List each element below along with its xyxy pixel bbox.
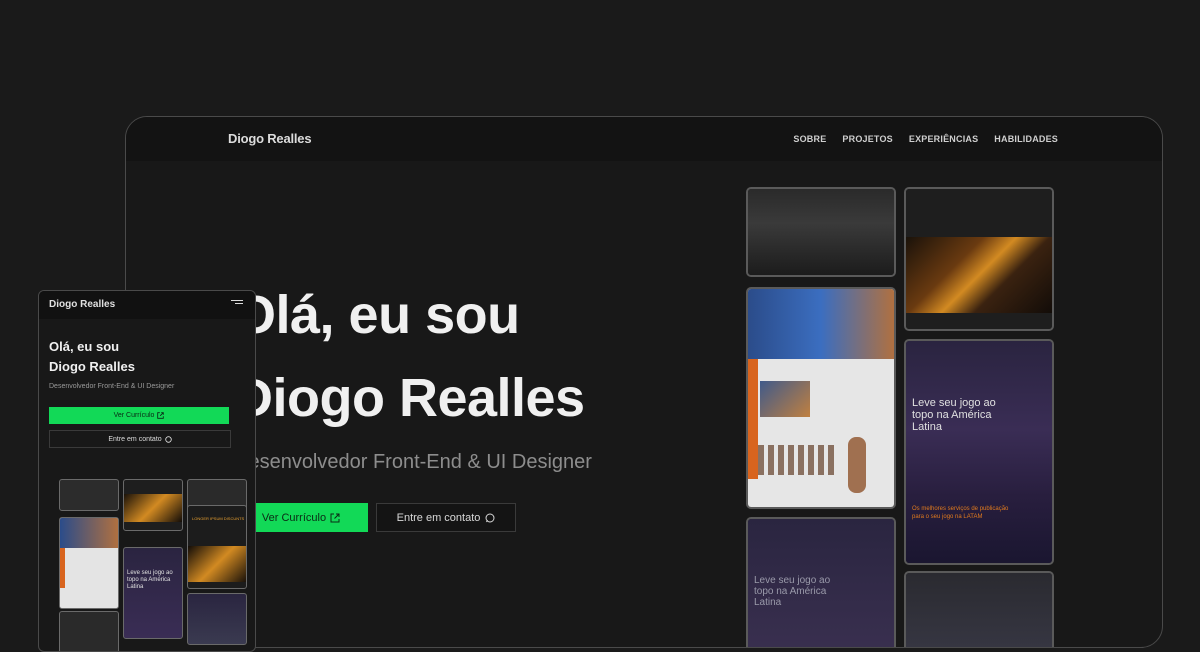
mobile-site-logo[interactable]: Diogo Realles bbox=[49, 299, 115, 310]
mobile-project-preview-1[interactable] bbox=[59, 479, 119, 511]
project-preview-game-store[interactable] bbox=[746, 287, 896, 509]
mobile-publisher-tagline: Leve seu jogo ao topo na América Latina bbox=[127, 570, 173, 590]
project-preview-golden-art[interactable] bbox=[904, 187, 1054, 331]
mobile-heading-line1: Olá, eu sou bbox=[49, 339, 120, 354]
contact-button[interactable]: Entre em contato bbox=[376, 503, 516, 532]
contact-label: Entre em contato bbox=[396, 511, 481, 524]
mobile-contact-label: Entre em contato bbox=[108, 435, 162, 443]
mobile-card-title: LONGER IPSUM DISCUNTS bbox=[192, 516, 245, 521]
mobile-heading-line2: Diogo Realles bbox=[49, 359, 135, 374]
mobile-subtitle: Desenvolvedor Front-End & UI Designer bbox=[49, 383, 175, 390]
view-resume-label: Ver Currículo bbox=[261, 511, 327, 524]
mobile-view-resume-label: Ver Currículo bbox=[113, 412, 155, 419]
hero-subtitle: Desenvolvedor Front-End & UI Designer bbox=[234, 451, 592, 473]
nav-link-habilidades[interactable]: HABILIDADES bbox=[994, 134, 1058, 144]
hero-heading-line2: Diogo Realles bbox=[234, 368, 585, 428]
publisher-tagline-faded: Leve seu jogo ao topo na América Latina bbox=[754, 575, 831, 608]
mobile-project-preview-2[interactable] bbox=[123, 479, 183, 531]
hamburger-menu-icon[interactable] bbox=[231, 300, 243, 308]
mobile-project-preview-8[interactable] bbox=[59, 611, 119, 651]
mobile-navbar: Diogo Realles bbox=[39, 291, 255, 319]
mobile-mockup: Diogo Realles Olá, eu sou Diogo Realles … bbox=[38, 290, 256, 652]
whatsapp-icon bbox=[485, 513, 495, 522]
nav-link-sobre[interactable]: SOBRE bbox=[793, 134, 826, 144]
nav-link-experiencias[interactable]: EXPERIÊNCIAS bbox=[909, 134, 978, 144]
external-link-icon bbox=[157, 412, 165, 419]
nav-link-projetos[interactable]: PROJETOS bbox=[842, 134, 892, 144]
mobile-project-preview-4[interactable] bbox=[59, 517, 119, 609]
project-preview-publisher-faded[interactable]: Leve seu jogo ao topo na América Latina bbox=[746, 517, 896, 647]
desktop-mockup: Diogo Realles SOBRE PROJETOS EXPERIÊNCIA… bbox=[125, 116, 1163, 648]
mobile-view-resume-button[interactable]: Ver Currículo bbox=[49, 407, 229, 424]
mobile-project-preview-7[interactable] bbox=[187, 593, 247, 645]
mobile-project-preview-5[interactable]: Leve seu jogo ao topo na América Latina bbox=[123, 547, 183, 639]
project-preview-bottom[interactable] bbox=[904, 571, 1054, 647]
whatsapp-icon bbox=[164, 435, 172, 443]
mobile-project-preview-6[interactable]: LONGER IPSUM DISCUNTS bbox=[187, 505, 247, 589]
publisher-tagline: Leve seu jogo ao topo na América Latina bbox=[912, 397, 996, 433]
nav-links: SOBRE PROJETOS EXPERIÊNCIAS HABILIDADES bbox=[793, 134, 1058, 144]
project-preview-publisher[interactable]: Leve seu jogo ao topo na América Latina … bbox=[904, 339, 1054, 565]
site-logo[interactable]: Diogo Realles bbox=[228, 131, 312, 146]
mobile-contact-button[interactable]: Entre em contato bbox=[49, 430, 231, 448]
external-link-icon bbox=[330, 513, 340, 522]
desktop-navbar: Diogo Realles SOBRE PROJETOS EXPERIÊNCIA… bbox=[126, 117, 1162, 161]
project-preview-dark[interactable] bbox=[746, 187, 896, 277]
publisher-cta: Os melhores serviços de publicação para … bbox=[912, 506, 1009, 520]
hero-heading-line1: Olá, eu sou bbox=[234, 285, 520, 345]
